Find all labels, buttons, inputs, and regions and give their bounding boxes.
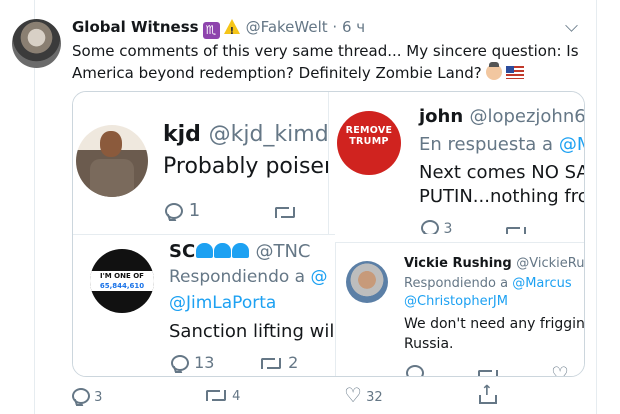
timeline-right-border xyxy=(596,0,597,414)
us-flag-icon xyxy=(505,66,524,79)
panel-reply-action xyxy=(406,365,424,376)
retweet-icon xyxy=(476,368,500,376)
panel-text-line1: We don't need any friggin xyxy=(404,316,585,332)
panel-name: kjd xyxy=(163,122,201,147)
author-handle[interactable]: @FakeWelt xyxy=(246,18,328,36)
share-icon xyxy=(478,383,497,404)
reply-icon xyxy=(72,388,90,404)
panel-text: Sanction lifting wil xyxy=(169,321,335,342)
reply-context: Respondiendo a @ xyxy=(169,267,328,287)
wave-emoji-icon xyxy=(214,243,232,258)
panel-handle: @TNC xyxy=(255,241,311,262)
like-count: 32 xyxy=(366,390,383,405)
tweet-text: Some comments of this very same thread..… xyxy=(72,40,582,84)
reply-icon xyxy=(171,355,189,371)
panel-username: Vickie Rushing @VickieRu xyxy=(404,256,584,271)
retweet-icon xyxy=(259,356,283,370)
retweet-icon xyxy=(273,205,297,219)
reply-mention: @ChristopherJM xyxy=(404,294,508,309)
author-avatar[interactable] xyxy=(12,19,61,68)
tweet-body: Some comments of this very same thread..… xyxy=(72,42,579,82)
screenshot-panel-kjd: kjd @kjd_kimd6 Probably poiser 1 xyxy=(73,92,328,234)
panel-retweet-action xyxy=(273,202,297,221)
panel-retweet-action: 2 xyxy=(259,353,298,372)
panel-like-action xyxy=(551,362,569,376)
warning-icon xyxy=(223,19,240,43)
retweet-button[interactable]: 4 xyxy=(204,388,240,404)
screenshot-panel-sc: I'M ONE OF 65,844,610 SC @TNC Respondiend… xyxy=(73,234,335,376)
panel-text-line2: PUTIN...nothing fron xyxy=(419,186,585,207)
panel-handle: @kjd_kimd6 xyxy=(208,122,328,147)
share-button[interactable] xyxy=(478,383,497,405)
zodiac-badge-icon: ♏ xyxy=(202,22,220,39)
wave-emoji-icon xyxy=(196,243,214,258)
avatar xyxy=(346,261,388,303)
reply-icon xyxy=(421,220,439,234)
panel-text-line1: Next comes NO SAN xyxy=(419,162,585,183)
panel-name: Vickie Rushing xyxy=(404,256,512,271)
im-one-of-avatar: I'M ONE OF 65,844,610 xyxy=(90,249,154,313)
screenshot-panel-john: REMOVE TRUMP john @lopezjohn63 En respues… xyxy=(328,92,585,234)
retweet-icon xyxy=(504,225,528,234)
reply-mention: @Ma xyxy=(558,134,584,155)
person-emoji-icon xyxy=(485,62,502,80)
reply-context: En respuesta a @Ma xyxy=(419,134,584,155)
author-name[interactable]: Global Witness xyxy=(72,18,199,36)
avatar xyxy=(76,125,148,197)
panel-handle: @VickieRu xyxy=(516,256,585,271)
tweet-header: Global Witness♏ @FakeWelt · 6 ч xyxy=(72,16,365,43)
panel-reply-action: 1 xyxy=(165,200,200,221)
panel-handle: @lopezjohn63 xyxy=(469,106,585,127)
screenshot-panel-vickie: Vickie Rushing @VickieRu Respondiendo a … xyxy=(335,242,585,376)
separator-dot: · xyxy=(332,18,338,36)
panel-retweet-action xyxy=(504,222,528,234)
panel-name: SC xyxy=(169,241,196,262)
chevron-down-icon[interactable] xyxy=(565,19,578,32)
heart-icon xyxy=(551,362,569,376)
retweet-count: 4 xyxy=(232,389,241,404)
panel-text-line2: Russia. xyxy=(404,336,454,352)
avatar-text: REMOVE TRUMP xyxy=(345,125,393,147)
tweet-actions: 3 4 32 xyxy=(0,383,620,412)
remove-trump-avatar: REMOVE TRUMP xyxy=(337,111,401,175)
reply-count: 3 xyxy=(94,390,103,405)
panel-username: john @lopezjohn63 xyxy=(419,106,585,127)
panel-reply-action: 3 xyxy=(421,220,452,234)
reply-icon xyxy=(165,203,183,219)
panel-text: Probably poiser xyxy=(163,154,328,179)
heart-icon xyxy=(344,383,362,407)
reply-icon xyxy=(406,365,424,376)
wave-emoji-icon xyxy=(232,243,250,258)
panel-username: kjd @kjd_kimd6 xyxy=(163,122,328,147)
reply-context: Respondiendo a @Marcus xyxy=(404,276,572,291)
tweet-time[interactable]: 6 ч xyxy=(342,18,365,36)
panel-username: SC @TNC xyxy=(169,241,311,262)
panel-name: john xyxy=(419,106,464,127)
reply-mention: @JimLaPorta xyxy=(169,293,277,313)
reply-count: 1 xyxy=(188,200,201,221)
panel-retweet-action xyxy=(476,365,500,376)
reply-button[interactable]: 3 xyxy=(72,388,102,405)
avatar-text: I'M ONE OF 65,844,610 xyxy=(90,271,154,291)
panel-reply-action: 13 xyxy=(171,353,214,372)
like-button[interactable]: 32 xyxy=(344,383,383,407)
retweet-icon xyxy=(204,388,228,402)
attached-image[interactable]: kjd @kjd_kimd6 Probably poiser 1 REMOVET… xyxy=(72,91,585,377)
